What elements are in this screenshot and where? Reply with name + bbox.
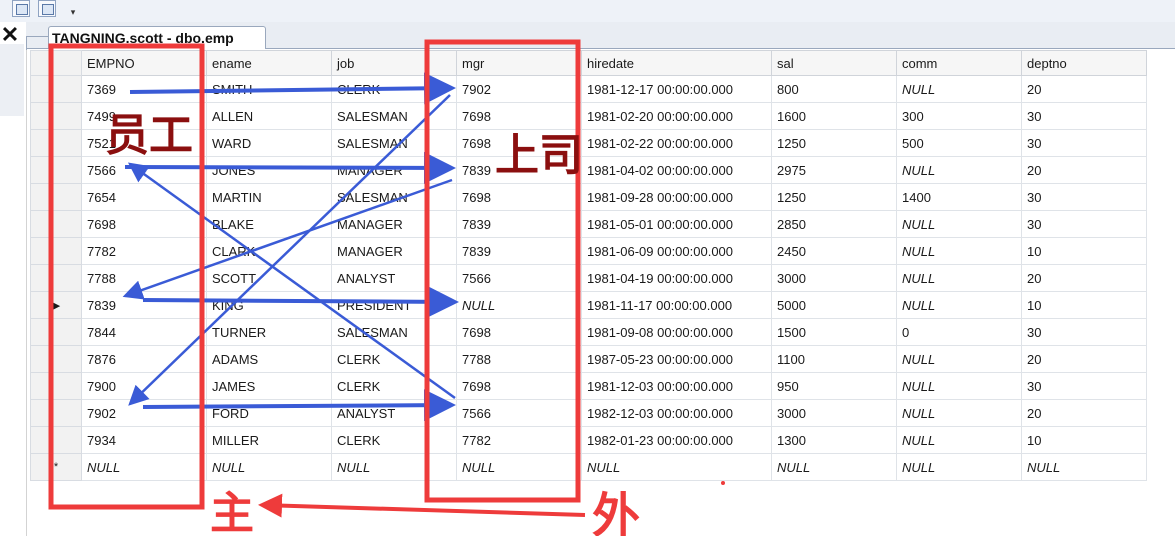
arrow-jones-to-king xyxy=(124,151,456,184)
label-primary: 主 xyxy=(210,489,254,536)
label-foreign: 外 xyxy=(592,490,640,536)
stray-dot xyxy=(721,481,725,485)
label-employee: 员工 xyxy=(105,111,193,160)
arrow-smith-to-ford xyxy=(129,72,456,105)
label-superior: 上司 xyxy=(495,131,583,180)
arrow-7566-back xyxy=(127,162,456,400)
foreign-key-box xyxy=(424,39,581,503)
annotation-overlay: 员工 上司 主 外 xyxy=(48,39,725,536)
arrow-ford-to-jones xyxy=(142,389,456,422)
arrow-king-to-null xyxy=(142,285,459,318)
foreign-to-primary-arrow xyxy=(258,493,586,518)
